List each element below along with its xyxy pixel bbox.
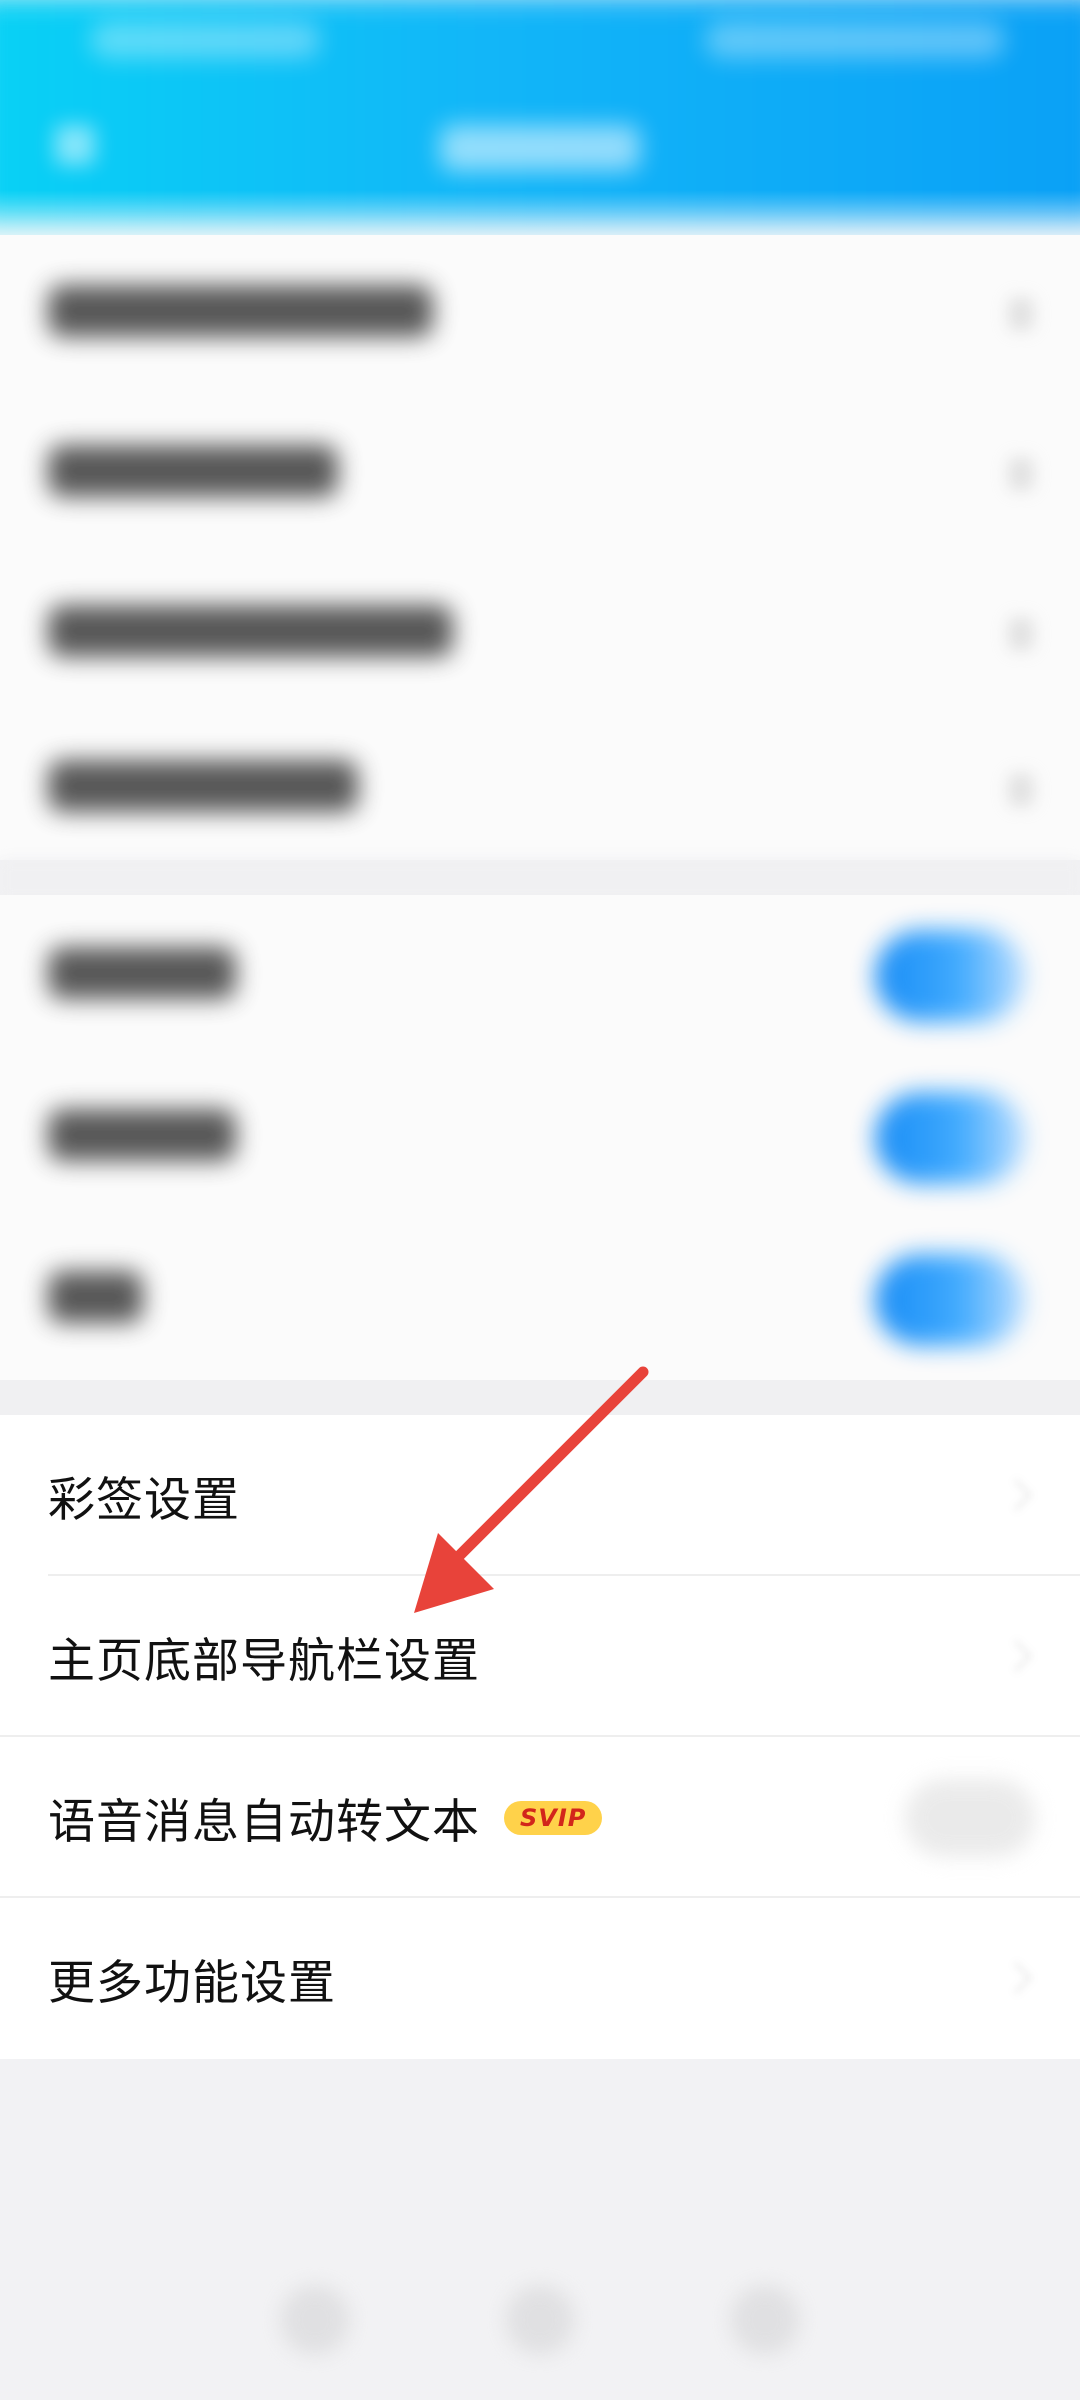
status-bar [0, 0, 1080, 80]
toggle-switch[interactable] [875, 1092, 1025, 1184]
status-bar-right-blur [705, 22, 1005, 58]
blurred-label [48, 947, 236, 999]
chevron-right-icon [1008, 773, 1034, 807]
status-bar-left-blur [90, 22, 320, 58]
chevron-right-icon [1008, 457, 1034, 491]
toggle-switch[interactable] [905, 1779, 1035, 1857]
list-item-more-settings[interactable]: 更多功能设置 [0, 1898, 1080, 2059]
list-item-bottom-nav-settings[interactable]: 主页底部导航栏设置 [0, 1576, 1080, 1737]
chevron-right-icon [1008, 297, 1034, 331]
settings-list: 彩签设置 主页底部导航栏设置 语音消息自动转文本 SVIP 更多功能设置 [0, 1415, 1080, 2059]
chevron-right-icon [1012, 1477, 1034, 1513]
toggle-switch[interactable] [875, 930, 1025, 1022]
chevron-right-icon [1012, 1638, 1034, 1674]
chevron-right-icon [1008, 617, 1034, 651]
item-label-text: 彩签设置 [48, 1473, 240, 1528]
blurred-toggle-row [0, 1219, 1080, 1380]
page-title-blur [440, 125, 640, 171]
blurred-toggle-row [0, 895, 1080, 1057]
nav-back-button[interactable] [280, 2285, 350, 2355]
blurred-toggle-group [0, 895, 1080, 1380]
blurred-toggle-row [0, 1057, 1080, 1219]
item-label-text: 主页底部导航栏设置 [48, 1634, 480, 1689]
settings-screen: 彩签设置 主页底部导航栏设置 语音消息自动转文本 SVIP 更多功能设置 [0, 0, 1080, 2400]
blurred-row[interactable] [0, 395, 1080, 555]
blurred-label [48, 760, 358, 812]
blurred-row[interactable] [0, 555, 1080, 715]
section-gap [0, 1380, 1080, 1415]
item-label: 主页底部导航栏设置 [48, 1576, 480, 1737]
item-label: 更多功能设置 [48, 1898, 336, 2059]
item-label: 语音消息自动转文本 SVIP [48, 1737, 603, 1898]
svip-badge: SVIP [504, 1800, 603, 1835]
list-item-color-tag-settings[interactable]: 彩签设置 [0, 1415, 1080, 1576]
blurred-settings-group [0, 235, 1080, 860]
item-label: 彩签设置 [48, 1415, 240, 1576]
nav-home-button[interactable] [505, 2285, 575, 2355]
nav-recents-button[interactable] [730, 2285, 800, 2355]
item-label-text: 更多功能设置 [48, 1956, 336, 2011]
item-label-text: 语音消息自动转文本 [48, 1795, 480, 1850]
chevron-right-icon [1012, 1960, 1034, 1996]
blurred-label [48, 1109, 236, 1161]
blurred-label [48, 605, 453, 657]
back-button[interactable] [55, 125, 95, 165]
list-item-voice-to-text[interactable]: 语音消息自动转文本 SVIP [0, 1737, 1080, 1898]
blurred-label [48, 285, 433, 337]
blurred-row[interactable] [0, 715, 1080, 860]
blurred-label [48, 1271, 143, 1323]
blurred-row[interactable] [0, 235, 1080, 395]
blurred-label [48, 445, 338, 497]
section-gap [0, 860, 1080, 900]
system-nav-bar [0, 2250, 1080, 2400]
toggle-switch[interactable] [875, 1254, 1025, 1346]
